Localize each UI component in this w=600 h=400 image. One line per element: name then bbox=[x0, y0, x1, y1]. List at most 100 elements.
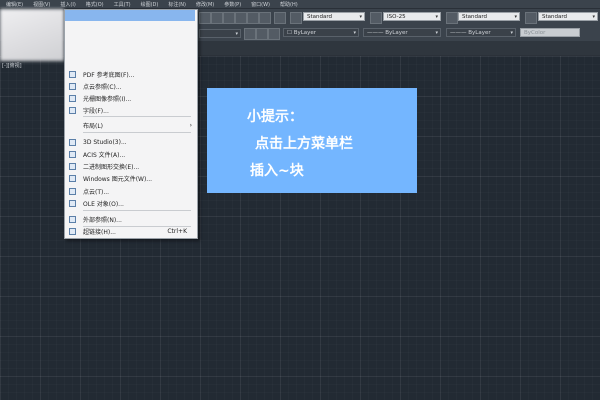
linetype-value: ByLayer bbox=[385, 30, 408, 36]
menu-view[interactable]: 视图(V) bbox=[33, 1, 50, 8]
acis-file-icon bbox=[69, 151, 76, 158]
raster-image-icon bbox=[69, 95, 76, 102]
viewport-label[interactable]: [-][俯视] bbox=[2, 62, 22, 69]
menu-item-label: 点云参照(C)... bbox=[83, 84, 122, 91]
text-style-select[interactable]: Standard ▾ bbox=[303, 12, 365, 21]
toolbar-button-icon[interactable] bbox=[211, 12, 223, 24]
menu-item-field[interactable]: 字段(F)... bbox=[65, 105, 197, 116]
toolbar-button-icon[interactable] bbox=[259, 12, 271, 24]
menu-item-label: Windows 图元文件(W)... bbox=[83, 176, 153, 183]
chevron-down-icon: ▾ bbox=[235, 31, 238, 37]
lineweight-select[interactable]: ——— ByLayer ▾ bbox=[446, 28, 516, 37]
menu-item-hyperlink[interactable]: 超链接(H)... Ctrl+K bbox=[65, 226, 197, 237]
wmf-icon bbox=[69, 175, 76, 182]
multileader-style-value: Standard bbox=[542, 14, 568, 20]
multileader-style-icon[interactable] bbox=[525, 12, 537, 24]
menu-item-label: OLE 对象(O)... bbox=[83, 201, 124, 208]
tip-line-2: 点击上方菜单栏 bbox=[255, 136, 353, 152]
line-sample-icon: ——— bbox=[367, 30, 386, 36]
menu-dimension[interactable]: 标注(N) bbox=[168, 1, 186, 8]
color-value: ByLayer bbox=[293, 30, 317, 36]
tip-line-3: 插入~块 bbox=[250, 163, 304, 179]
layer-tool-icon[interactable] bbox=[256, 28, 268, 40]
menu-help[interactable]: 帮助(H) bbox=[280, 1, 298, 8]
table-style-select[interactable]: Standard ▾ bbox=[458, 12, 520, 21]
menu-item-binary-exchange[interactable]: 二进制图形交换(E)... bbox=[65, 161, 197, 172]
menu-item-pdf-underlay[interactable]: PDF 参考底图(F)... bbox=[65, 69, 197, 80]
layer-tool-icon[interactable] bbox=[244, 28, 256, 40]
menu-insert[interactable]: 插入(I) bbox=[60, 1, 75, 8]
color-select[interactable]: ☐ ByLayer ▾ bbox=[283, 28, 359, 37]
menu-item-label: 布局(L) bbox=[83, 123, 104, 130]
menu-item-label: 点云(T)... bbox=[83, 189, 110, 196]
menu-item-label: ACIS 文件(A)... bbox=[83, 152, 126, 159]
menu-item-windows-metafile[interactable]: Windows 图元文件(W)... bbox=[65, 173, 197, 184]
menu-item-ole-object[interactable]: OLE 对象(O)... bbox=[65, 198, 197, 209]
hyperlink-icon bbox=[69, 228, 76, 235]
layer-select[interactable]: ▾ bbox=[199, 29, 241, 38]
plot-color-select: ByColor bbox=[520, 28, 580, 37]
menu-separator bbox=[83, 132, 191, 133]
line-sample-icon: ——— bbox=[450, 30, 469, 36]
field-icon bbox=[69, 107, 76, 114]
menu-item-label: 光栅图像参照(I)... bbox=[83, 96, 132, 103]
menu-modify[interactable]: 修改(M) bbox=[196, 1, 214, 8]
menu-draw[interactable]: 绘图(D) bbox=[141, 1, 159, 8]
menu-tools[interactable]: 工具(T) bbox=[114, 1, 131, 8]
menu-item-label: PDF 参考底图(F)... bbox=[83, 72, 135, 79]
menu-edit[interactable]: 编辑(E) bbox=[6, 1, 23, 8]
toolbar-button-icon[interactable] bbox=[247, 12, 259, 24]
menu-format[interactable]: 格式(O) bbox=[86, 1, 104, 8]
menu-separator bbox=[83, 210, 191, 211]
chevron-down-icon: ▾ bbox=[510, 30, 513, 36]
color-swatch-icon: ☐ bbox=[287, 30, 294, 36]
menu-bar: 编辑(E) 视图(V) 插入(I) 格式(O) 工具(T) 绘图(D) 标注(N… bbox=[0, 0, 600, 9]
chevron-down-icon: ▾ bbox=[435, 30, 438, 36]
menu-parametric[interactable]: 参数(P) bbox=[224, 1, 241, 8]
menu-item-acis-file[interactable]: ACIS 文件(A)... bbox=[65, 149, 197, 160]
menu-highlight-item[interactable] bbox=[65, 10, 195, 21]
layer-tool-icon[interactable] bbox=[268, 28, 280, 40]
menu-item-label: 字段(F)... bbox=[83, 108, 109, 115]
menu-item-point-cloud-ref[interactable]: 点云参照(C)... bbox=[65, 81, 197, 92]
menu-item-label: 超链接(H)... bbox=[83, 229, 116, 236]
toolbar-button-icon[interactable] bbox=[199, 12, 211, 24]
toolbar-button-icon[interactable] bbox=[235, 12, 247, 24]
chevron-down-icon: ▾ bbox=[435, 14, 438, 20]
menu-item-3d-studio[interactable]: 3D Studio(3)... bbox=[65, 137, 197, 148]
3d-studio-icon bbox=[69, 139, 76, 146]
table-style-icon[interactable] bbox=[446, 12, 458, 24]
properties-icon[interactable] bbox=[274, 12, 286, 24]
dim-style-value: ISO-25 bbox=[387, 14, 406, 20]
point-cloud-attach-icon bbox=[69, 188, 76, 195]
chevron-down-icon: ▾ bbox=[353, 30, 356, 36]
menu-item-point-cloud[interactable]: 点云(T)... bbox=[65, 186, 197, 197]
menu-item-external-reference[interactable]: 外部参照(N)... bbox=[65, 214, 197, 225]
ole-object-icon bbox=[69, 200, 76, 207]
menu-item-label: 3D Studio(3)... bbox=[83, 139, 127, 146]
blank-icon bbox=[69, 122, 76, 129]
chevron-down-icon: ▾ bbox=[592, 14, 595, 20]
multileader-style-select[interactable]: Standard ▾ bbox=[538, 12, 598, 21]
toolbar-button-icon[interactable] bbox=[223, 12, 235, 24]
point-cloud-icon bbox=[69, 83, 76, 90]
table-style-value: Standard bbox=[462, 14, 488, 20]
blurred-region bbox=[0, 9, 64, 61]
text-style-value: Standard bbox=[307, 14, 333, 20]
lineweight-value: ByLayer bbox=[468, 30, 491, 36]
dim-style-icon[interactable] bbox=[370, 12, 382, 24]
menu-item-layout[interactable]: 布局(L) › bbox=[65, 120, 197, 131]
dim-style-select[interactable]: ISO-25 ▾ bbox=[383, 12, 441, 21]
chevron-down-icon: ▾ bbox=[359, 14, 362, 20]
chevron-down-icon: ▾ bbox=[514, 14, 517, 20]
text-style-icon[interactable] bbox=[290, 12, 302, 24]
menu-item-raster-image[interactable]: 光栅图像参照(I)... bbox=[65, 93, 197, 104]
plot-color-value: ByColor bbox=[524, 30, 546, 36]
external-reference-icon bbox=[69, 216, 76, 223]
pdf-underlay-icon bbox=[69, 71, 76, 78]
dxb-icon bbox=[69, 163, 76, 170]
linetype-select[interactable]: ——— ByLayer ▾ bbox=[363, 28, 441, 37]
menu-window[interactable]: 窗口(W) bbox=[251, 1, 270, 8]
menu-separator bbox=[83, 116, 191, 117]
menu-item-label: 二进制图形交换(E)... bbox=[83, 164, 140, 171]
